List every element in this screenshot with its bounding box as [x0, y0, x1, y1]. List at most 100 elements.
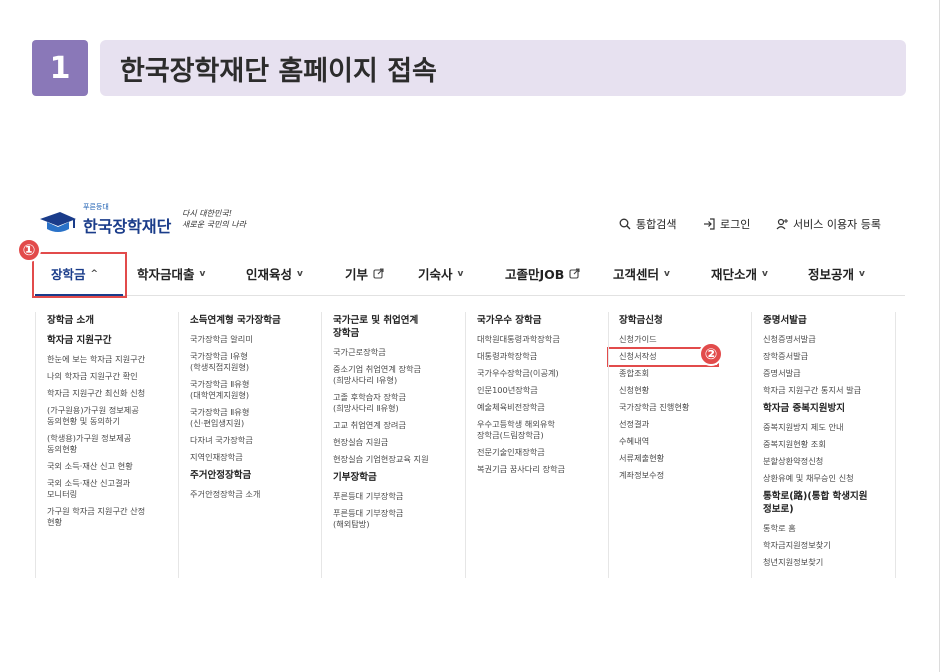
graduation-cap-icon	[40, 212, 76, 232]
search-icon	[619, 218, 631, 230]
menu-link[interactable]: 국외 소득·재산 신고 현황	[47, 461, 179, 472]
page-edge-divider	[939, 0, 940, 672]
menu-link[interactable]: 가구원 학자금 지원구간 산정 현황	[47, 506, 179, 528]
login-icon	[704, 218, 715, 230]
menu-link[interactable]: 대학원대통령과학장학금	[477, 334, 609, 345]
menu-link[interactable]: 푸른등대 기부장학금 (해외탐방)	[333, 508, 465, 530]
menu-link[interactable]: 서류제출현황	[619, 453, 751, 464]
service-register-link[interactable]: 서비스 이용자 등록	[776, 216, 881, 232]
site-logo[interactable]: 푸른등대 한국장학재단	[38, 202, 188, 242]
nav-dormitory[interactable]: 기숙사 v	[418, 264, 463, 283]
menu-section-heading[interactable]: 장학금신청	[619, 314, 751, 327]
menu-link[interactable]: 중소기업 취업연계 장학금 (희망사다리 Ⅰ유형)	[333, 364, 465, 386]
menu-link[interactable]: 신청증명서발급	[763, 334, 895, 345]
integrated-search-link[interactable]: 통합검색	[619, 216, 676, 232]
service-register-label: 서비스 이용자 등록	[793, 218, 881, 231]
menu-link[interactable]: (학생용)가구원 정보제공 동의현황	[47, 433, 179, 455]
logo-name: 한국장학재단	[83, 217, 172, 236]
nav-student-loan[interactable]: 학자금대출 v	[137, 264, 205, 283]
menu-link[interactable]: 국가근로장학금	[333, 347, 465, 358]
menu-link[interactable]: 고교 취업연계 장려금	[333, 420, 465, 431]
menu-link[interactable]: 대통령과학장학금	[477, 351, 609, 362]
menu-link[interactable]: 통학로 홈	[763, 523, 895, 534]
menu-section-heading[interactable]: 주거안정장학금	[190, 469, 322, 482]
menu-section-heading[interactable]: 증명서발급	[763, 314, 895, 327]
nav-divider	[35, 295, 905, 296]
menu-link[interactable]: 현장실습 지원금	[333, 437, 465, 448]
scholarship-highlight	[32, 252, 127, 298]
menu-section-heading[interactable]: 통학로(路)(통합 학생지원 정보로)	[763, 490, 895, 516]
menu-section-heading[interactable]: 국가우수 장학금	[477, 314, 609, 327]
nav-donation-label: 기부	[345, 267, 369, 282]
chevron-down-icon: v	[859, 268, 865, 279]
menu-link[interactable]: 국가장학금 진행현황	[619, 402, 751, 413]
menu-link[interactable]: 국가장학금 Ⅱ유형 (신·편입생지원)	[190, 407, 322, 429]
nav-foundation[interactable]: 재단소개 v	[711, 264, 768, 283]
menu-link[interactable]: 선정결과	[619, 419, 751, 430]
slogan: 다시 대한민국! 새로운 국민의 나라	[182, 209, 246, 229]
nav-job[interactable]: 고졸만JOB	[505, 264, 580, 283]
menu-link[interactable]: 수혜내역	[619, 436, 751, 447]
menu-section-heading[interactable]: 국가근로 및 취업연계 장학금	[333, 314, 465, 340]
nav-job-label: 고졸만JOB	[505, 267, 565, 282]
menu-link[interactable]: 장학증서발급	[763, 351, 895, 362]
menu-link[interactable]: 다자녀 국가장학금	[190, 435, 322, 446]
menu-section-heading[interactable]: 장학금 소개	[47, 314, 179, 327]
menu-link[interactable]: 나의 학자금 지원구간 확인	[47, 371, 179, 382]
menu-link[interactable]: 푸른등대 기부장학금	[333, 491, 465, 502]
marker-one: ①	[17, 238, 41, 262]
menu-column-work-study: 국가근로 및 취업연계 장학금국가근로장학금중소기업 취업연계 장학금 (희망사…	[333, 314, 465, 536]
nav-talent[interactable]: 인재육성 v	[246, 264, 303, 283]
step-number-badge: 1	[32, 40, 88, 96]
menu-link[interactable]: 예술체육비전장학금	[477, 402, 609, 413]
menu-link[interactable]: 상환유예 및 채무승인 신청	[763, 473, 895, 484]
menu-section-heading[interactable]: 소득연계형 국가장학금	[190, 314, 322, 327]
logo-tagline: 푸른등대	[83, 203, 109, 211]
nav-dormitory-label: 기숙사	[418, 267, 453, 282]
menu-section-heading[interactable]: 학자금 중복지원방지	[763, 402, 895, 415]
menu-link[interactable]: (가구원용)가구원 정보제공 동의현황 및 동의하기	[47, 405, 179, 427]
menu-link[interactable]: 전문기술인재장학금	[477, 447, 609, 458]
external-link-icon	[373, 268, 384, 279]
nav-donation[interactable]: 기부	[345, 264, 384, 283]
menu-link[interactable]: 현장실습 기업현장교육 지원	[333, 454, 465, 465]
menu-link[interactable]: 국가장학금 Ⅰ유형 (학생직접지원형)	[190, 351, 322, 373]
menu-link[interactable]: 학자금 지원구간 최신화 신청	[47, 388, 179, 399]
menu-column-scholarship-intro: 장학금 소개학자금 지원구간한눈에 보는 학자금 지원구간나의 학자금 지원구간…	[47, 314, 179, 534]
menu-link[interactable]: 지역인재장학금	[190, 452, 322, 463]
menu-link[interactable]: 학자금 지원구간 통지서 발급	[763, 385, 895, 396]
menu-link[interactable]: 신청가이드	[619, 334, 751, 345]
menu-link[interactable]: 한눈에 보는 학자금 지원구간	[47, 354, 179, 365]
menu-link[interactable]: 증명서발급	[763, 368, 895, 379]
menu-column-national-excellence: 국가우수 장학금대학원대통령과학장학금대통령과학장학금국가우수장학금(이공계) 인…	[477, 314, 609, 481]
step-title-text: 한국장학재단 홈페이지 접속	[120, 55, 437, 87]
menu-link[interactable]: 국외 소득·재산 신고결과 모니터링	[47, 478, 179, 500]
menu-link[interactable]: 신청서작성	[619, 351, 751, 362]
chevron-down-icon: v	[457, 268, 464, 279]
nav-customer-center[interactable]: 고객센터 v	[613, 264, 670, 283]
menu-link[interactable]: 복권기금 꿈사다리 장학금	[477, 464, 609, 475]
external-link-icon	[569, 268, 580, 279]
menu-link[interactable]: 종합조회	[619, 368, 751, 379]
menu-link[interactable]: 주거안정장학금 소개	[190, 489, 322, 500]
menu-link[interactable]: 분할상환약정신청	[763, 456, 895, 467]
menu-link[interactable]: 국가장학금 알리미	[190, 334, 322, 345]
menu-link[interactable]: 국가장학금 Ⅱ유형 (대학연계지원형)	[190, 379, 322, 401]
login-link[interactable]: 로그인	[703, 216, 750, 232]
menu-link[interactable]: 학자금지원정보찾기	[763, 540, 895, 551]
menu-link[interactable]: 중복지원방지 제도 안내	[763, 422, 895, 433]
menu-link[interactable]: 고졸 후학습자 장학금 (희망사다리 Ⅱ유형)	[333, 392, 465, 414]
menu-link[interactable]: 인문100년장학금	[477, 385, 609, 396]
menu-link[interactable]: 국가우수장학금(이공계)	[477, 368, 609, 379]
menu-link[interactable]: 신청현황	[619, 385, 751, 396]
chevron-down-icon: v	[664, 268, 670, 279]
chevron-down-icon: v	[199, 268, 206, 279]
nav-disclosure-label: 정보공개	[808, 267, 855, 282]
menu-link[interactable]: 계좌정보수정	[619, 470, 751, 481]
menu-link[interactable]: 중복지원현황 조회	[763, 439, 895, 450]
menu-section-heading[interactable]: 기부장학금	[333, 471, 465, 484]
nav-disclosure[interactable]: 정보공개 v	[808, 264, 865, 283]
menu-link[interactable]: 우수고등학생 해외유학 장학금(드림장학금)	[477, 419, 609, 441]
menu-section-heading[interactable]: 학자금 지원구간	[47, 334, 179, 347]
menu-link[interactable]: 청년지원정보찾기	[763, 557, 895, 568]
